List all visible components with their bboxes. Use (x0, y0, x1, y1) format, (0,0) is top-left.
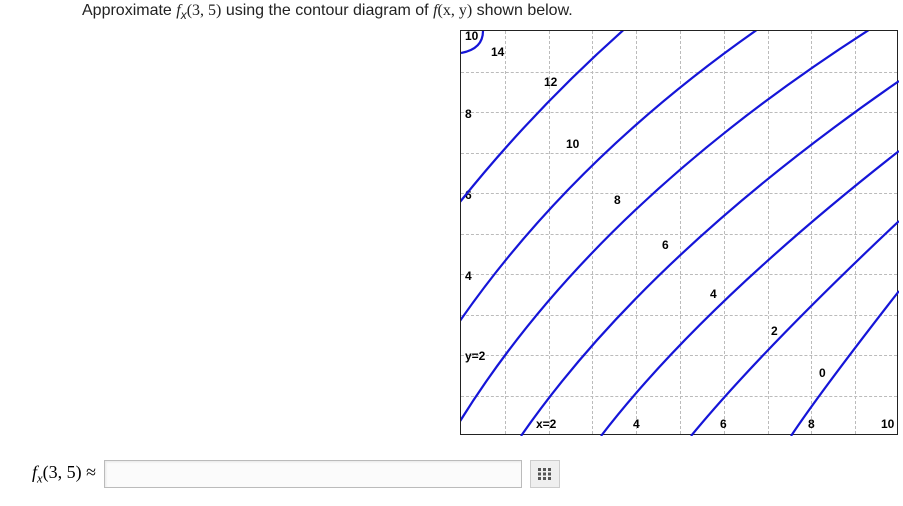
answer-input[interactable] (104, 460, 522, 488)
contour-0 (791, 291, 899, 436)
answer-row: fx(3, 5) ≈ (32, 460, 560, 488)
contour-label-12: 12 (544, 75, 557, 89)
contour-label-8: 8 (614, 193, 621, 207)
contour-label-0: 0 (819, 366, 826, 380)
contour-label-4: 4 (710, 287, 717, 301)
q-prefix: Approximate (82, 2, 176, 19)
contour-label-14: 14 (491, 45, 504, 59)
contour-2 (691, 221, 899, 436)
answer-label: fx(3, 5) ≈ (32, 462, 96, 487)
contour-curves (461, 31, 899, 436)
q-suffix: shown below. (477, 2, 573, 19)
contour-14 (461, 31, 483, 53)
contour-label-2: 2 (771, 324, 778, 338)
f-args: (x, y) (438, 2, 473, 19)
contour-label-6: 6 (662, 238, 669, 252)
contour-6 (521, 81, 899, 436)
keypad-icon (538, 468, 552, 480)
contour-plot: 10 8 6 4 y=2 x=2 4 6 8 10 14 12 10 8 6 4… (460, 30, 898, 435)
answer-args: (3, 5) (43, 462, 82, 482)
question-prompt: Approximate fx(3, 5) using the contour d… (82, 2, 573, 22)
fx-args: (3, 5) (187, 2, 222, 19)
approx-symbol: ≈ (86, 462, 96, 482)
math-keypad-button[interactable] (530, 460, 560, 488)
q-middle: using the contour diagram of (226, 2, 433, 19)
contour-label-10: 10 (566, 137, 579, 151)
